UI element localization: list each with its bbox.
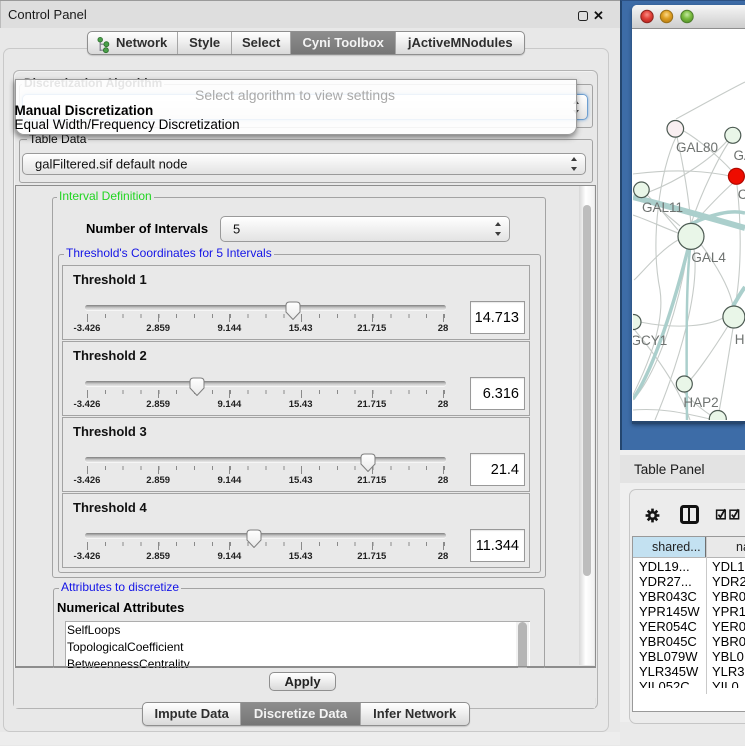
svg-text:H: H <box>735 332 745 347</box>
svg-text:C: C <box>738 187 745 202</box>
svg-text:HAP2: HAP2 <box>683 395 718 410</box>
svg-text:GAL80: GAL80 <box>676 140 718 155</box>
svg-text:GA: GA <box>734 148 745 163</box>
svg-text:GAL4: GAL4 <box>691 250 726 265</box>
svg-text:GCY1: GCY1 <box>633 333 667 348</box>
svg-text:GAL11: GAL11 <box>642 200 683 215</box>
